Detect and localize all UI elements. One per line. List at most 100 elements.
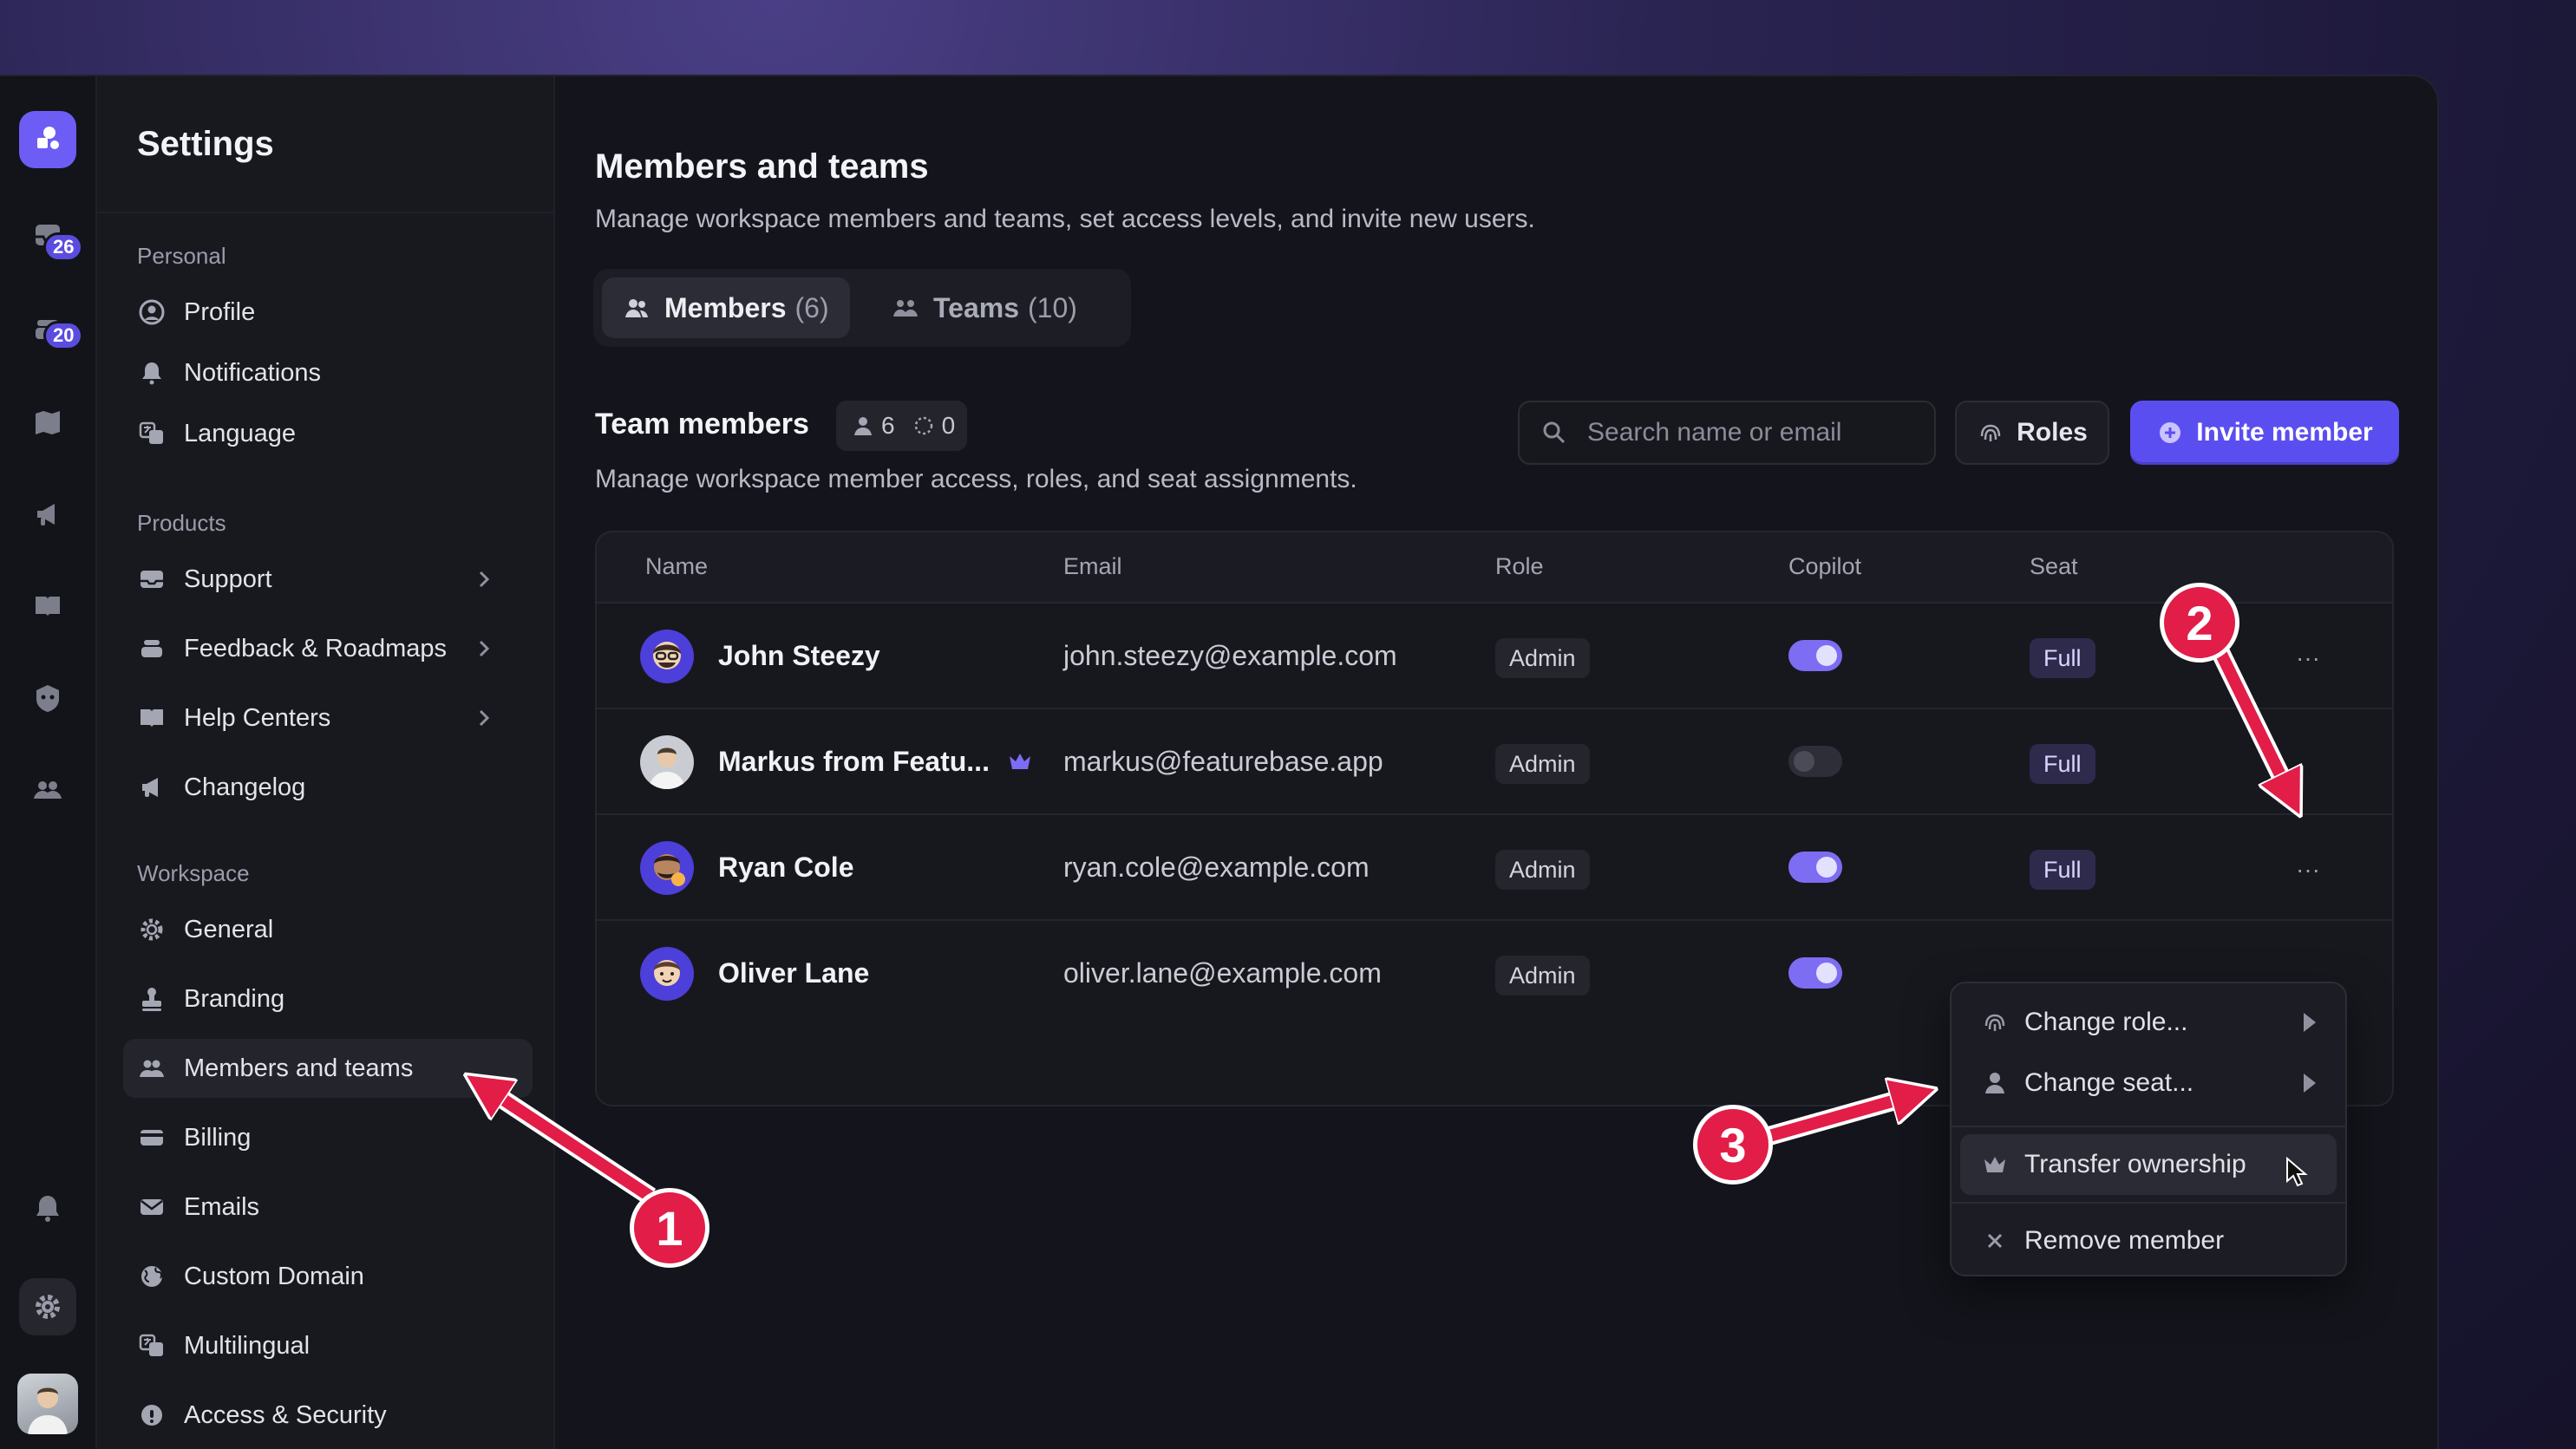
- seat-badge[interactable]: Full: [2030, 638, 2095, 678]
- user-avatar[interactable]: [17, 1374, 78, 1434]
- bell-icon[interactable]: [19, 1179, 76, 1237]
- member-avatar: [640, 630, 694, 683]
- app-logo-icon[interactable]: [19, 111, 76, 168]
- role-badge[interactable]: Admin: [1495, 956, 1590, 995]
- member-name: Oliver Lane: [718, 957, 870, 989]
- section-personal: Personal: [137, 243, 226, 269]
- sidebar-item-language[interactable]: Language: [123, 404, 533, 463]
- menu-item-transfer-ownership[interactable]: Transfer ownership: [1960, 1134, 2337, 1195]
- member-email: john.steezy@example.com: [1063, 640, 1397, 671]
- sidebar-item-notifications[interactable]: Notifications: [123, 343, 533, 402]
- table-row[interactable]: Ryan Cole ryan.cole@example.com Admin Fu…: [597, 815, 2392, 921]
- sidebar-item-billing[interactable]: Billing: [123, 1108, 533, 1167]
- sidebar-item-help-centers[interactable]: Help Centers: [123, 689, 533, 747]
- users-icon[interactable]: [19, 761, 76, 819]
- role-badge[interactable]: Admin: [1495, 850, 1590, 890]
- menu-item-label: Change role...: [2024, 1008, 2188, 1036]
- copilot-toggle[interactable]: [1788, 957, 1842, 989]
- column-header-role[interactable]: Role: [1495, 553, 1544, 580]
- column-header-copilot[interactable]: Copilot: [1788, 553, 1861, 580]
- tab-bar: Members (6) Teams (10): [593, 269, 1131, 347]
- tab-members[interactable]: Members (6): [602, 277, 850, 338]
- megaphone-icon[interactable]: [19, 486, 76, 543]
- menu-item-label: Change seat...: [2024, 1068, 2194, 1097]
- envelope-icon: [141, 1199, 163, 1215]
- table-row[interactable]: John Steezy john.steezy@example.com Admi…: [597, 604, 2392, 709]
- role-badge[interactable]: Admin: [1495, 638, 1590, 678]
- plus-circle-icon: [2160, 422, 2181, 443]
- sidebar-item-label: Profile: [184, 297, 256, 326]
- sidebar-divider: [97, 212, 553, 213]
- sidebar-item-emails[interactable]: Emails: [123, 1178, 533, 1237]
- step-2-callout: 2: [2160, 583, 2239, 662]
- mouse-cursor-icon: [2286, 1157, 2308, 1187]
- row-more-button[interactable]: ···: [2288, 638, 2328, 678]
- seat-badge[interactable]: Full: [2030, 850, 2095, 890]
- users-icon: [893, 300, 918, 317]
- sidebar-item-general[interactable]: General: [123, 900, 533, 959]
- column-header-seat[interactable]: Seat: [2030, 553, 2078, 580]
- sidebar-item-support[interactable]: Support: [123, 550, 533, 609]
- column-header-email[interactable]: Email: [1063, 553, 1122, 580]
- sidebar-item-members-and-teams[interactable]: Members and teams: [123, 1039, 533, 1098]
- member-name: Markus from Featu...: [718, 746, 990, 777]
- copilot-toggle[interactable]: [1788, 746, 1842, 777]
- menu-item-change-seat[interactable]: Change seat...: [1960, 1053, 2337, 1113]
- sidebar-item-access-security[interactable]: Access & Security: [123, 1386, 533, 1445]
- member-name: John Steezy: [718, 640, 880, 671]
- sidebar-item-changelog[interactable]: Changelog: [123, 758, 533, 817]
- bot-icon[interactable]: [19, 669, 76, 727]
- invite-member-button[interactable]: Invite member: [2130, 401, 2399, 465]
- sidebar-item-label: Language: [184, 419, 297, 447]
- sidebar-item-feedback-roadmaps[interactable]: Feedback & Roadmaps: [123, 619, 533, 678]
- sidebar-item-label: Custom Domain: [184, 1262, 364, 1290]
- user-icon: [854, 417, 872, 435]
- menu-item-label: Transfer ownership: [2024, 1150, 2246, 1178]
- tickets-badge: 20: [43, 321, 84, 350]
- sidebar-item-label: Help Centers: [184, 703, 331, 732]
- roadmap-icon[interactable]: [19, 394, 76, 451]
- app-window: 26 20 Settings Personal Profile Notifica…: [0, 76, 2437, 1449]
- invite-member-label: Invite member: [2196, 418, 2373, 447]
- sidebar-item-label: Members and teams: [184, 1054, 414, 1082]
- menu-item-change-role[interactable]: Change role...: [1960, 992, 2337, 1053]
- page-title: Members and teams: [595, 147, 929, 186]
- book-icon[interactable]: [19, 578, 76, 635]
- roles-button-label: Roles: [2017, 418, 2088, 447]
- step-3-callout: 3: [1693, 1105, 1773, 1185]
- stack-icon: [141, 640, 162, 657]
- sidebar-item-custom-domain[interactable]: Custom Domain: [123, 1247, 533, 1306]
- translate-icon: [139, 1334, 163, 1356]
- section-workspace: Workspace: [137, 860, 250, 886]
- sidebar-item-label: Branding: [184, 984, 285, 1013]
- sidebar-item-multilingual[interactable]: Multilingual: [123, 1316, 533, 1375]
- menu-item-remove-member[interactable]: Remove member: [1960, 1211, 2337, 1271]
- icon-rail: 26 20: [0, 76, 97, 1449]
- seat-badge[interactable]: Full: [2030, 744, 2095, 784]
- copilot-toggle[interactable]: [1788, 852, 1842, 883]
- settings-gear-icon[interactable]: [19, 1278, 76, 1335]
- fingerprint-icon: [1980, 424, 2001, 441]
- sidebar-item-label: Access & Security: [184, 1400, 387, 1429]
- member-avatar: [640, 841, 694, 895]
- sidebar-item-label: Multilingual: [184, 1331, 311, 1360]
- tab-teams[interactable]: Teams (10): [871, 277, 1098, 338]
- search-icon: [1543, 421, 1566, 444]
- user-icon: [1985, 1073, 2004, 1093]
- column-header-name[interactable]: Name: [645, 553, 708, 580]
- page-subtitle: Manage workspace members and teams, set …: [595, 205, 1535, 233]
- table-row[interactable]: Markus from Featu... markus@featurebase.…: [597, 709, 2392, 815]
- role-badge[interactable]: Admin: [1495, 744, 1590, 784]
- settings-sidebar: Settings Personal Profile Notifications …: [97, 76, 555, 1449]
- sidebar-item-profile[interactable]: Profile: [123, 283, 533, 342]
- row-more-button[interactable]: ···: [2288, 850, 2328, 890]
- member-email: oliver.lane@example.com: [1063, 957, 1382, 989]
- sidebar-item-branding[interactable]: Branding: [123, 969, 533, 1028]
- sidebar-item-label: Feedback & Roadmaps: [184, 634, 448, 662]
- copilot-toggle[interactable]: [1788, 640, 1842, 671]
- section-products: Products: [137, 510, 226, 536]
- submenu-arrow-icon: [2304, 1074, 2316, 1093]
- fingerprint-icon: [1984, 1014, 2005, 1031]
- roles-button[interactable]: Roles: [1955, 401, 2109, 465]
- search-input[interactable]: Search name or email: [1518, 401, 1936, 465]
